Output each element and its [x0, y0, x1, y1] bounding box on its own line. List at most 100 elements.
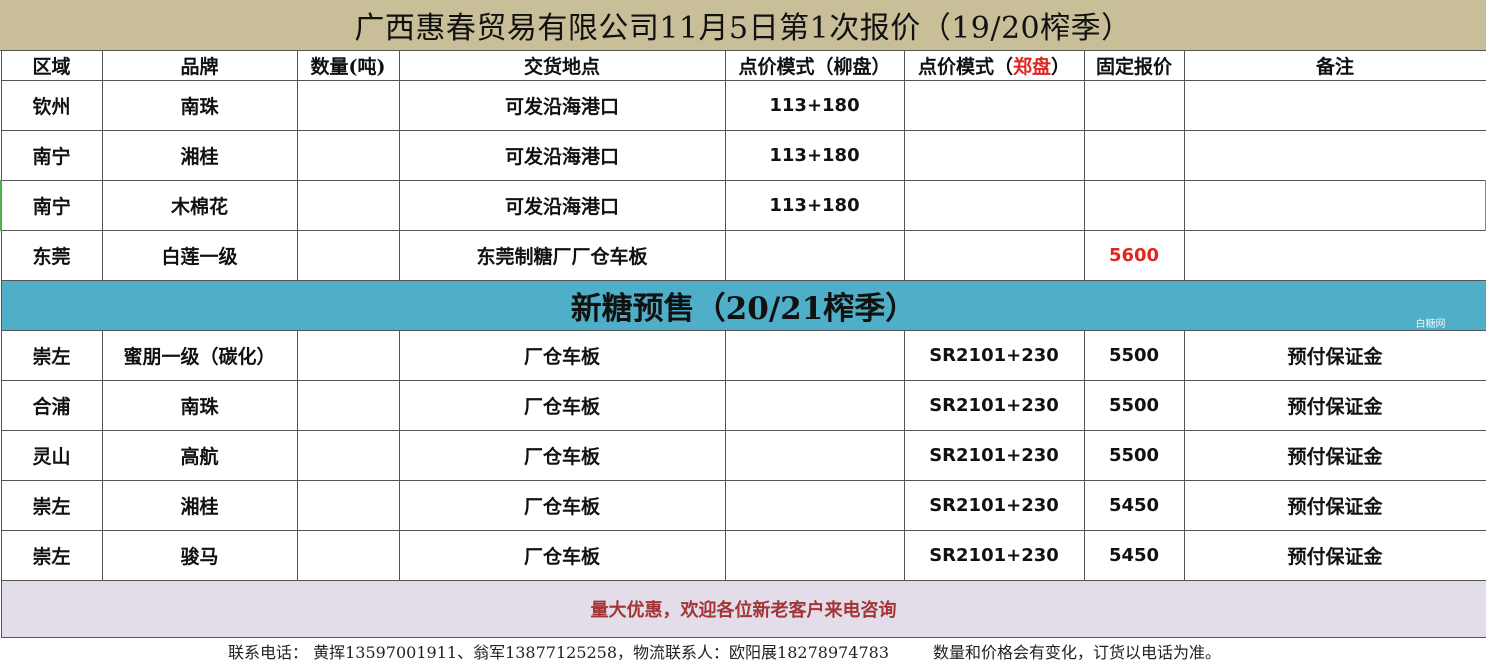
- cell-region: 崇左: [0, 330, 103, 381]
- cell-quantity: [296, 330, 400, 381]
- cell-quantity: [296, 230, 400, 281]
- table-row: 南宁 木棉花 可发沿海港口 113+180: [0, 180, 1486, 231]
- cell-brand: 蜜朋一级（碳化）: [101, 330, 298, 381]
- cell-fixed-price: 5450: [1083, 480, 1185, 531]
- promo-text: 量大优惠，欢迎各位新老客户来电咨询: [0, 580, 1486, 638]
- cell-delivery: 可发沿海港口: [398, 80, 726, 131]
- table-row: 崇左 蜜朋一级（碳化） 厂仓车板 SR2101+230 5500 预付保证金: [0, 330, 1486, 381]
- cell-quantity: [296, 180, 400, 231]
- cell-region: 南宁: [0, 180, 103, 231]
- section-title-text: 新糖预售（20/21榨季）: [570, 291, 917, 327]
- cell-delivery: 东莞制糖厂厂仓车板: [398, 230, 726, 281]
- cell-fixed-price: 5500: [1083, 430, 1185, 481]
- promo-row: 量大优惠，欢迎各位新老客户来电咨询: [0, 580, 1486, 638]
- cell-pricing-liu: [724, 380, 905, 431]
- cell-delivery: 厂仓车板: [398, 480, 726, 531]
- cell-quantity: [296, 380, 400, 431]
- cell-remarks: [1183, 180, 1486, 231]
- cell-fixed-price: 5500: [1083, 380, 1185, 431]
- cell-region: 崇左: [0, 530, 103, 581]
- cell-delivery: 厂仓车板: [398, 430, 726, 481]
- cell-quantity: [296, 430, 400, 481]
- cell-pricing-zheng: SR2101+230: [903, 430, 1085, 481]
- cell-quantity: [296, 530, 400, 581]
- cell-quantity: [296, 80, 400, 131]
- cell-pricing-liu: [724, 430, 905, 481]
- cell-pricing-liu: [724, 230, 905, 281]
- cell-brand: 南珠: [101, 80, 298, 131]
- header-delivery: 交货地点: [398, 50, 726, 81]
- cell-brand: 湘桂: [101, 480, 298, 531]
- footer: 联系电话： 黄挥13597001911、翁军13877125258，物流联系人：…: [0, 636, 1486, 665]
- header-fixed-price: 固定报价: [1083, 50, 1185, 81]
- cell-fixed-price: [1083, 130, 1185, 181]
- cell-pricing-liu: 113+180: [724, 180, 905, 231]
- section-header-row: 新糖预售（20/21榨季） 白糖网: [0, 280, 1486, 331]
- cell-brand: 白莲一级: [101, 230, 298, 281]
- cell-fixed-price: 5600: [1083, 230, 1185, 281]
- cell-remarks: 预付保证金: [1183, 380, 1486, 431]
- cell-pricing-zheng: SR2101+230: [903, 480, 1085, 531]
- header-pricing-zheng-red: 郑盘: [1012, 56, 1051, 78]
- cell-brand: 木棉花: [101, 180, 298, 231]
- section-title: 新糖预售（20/21榨季） 白糖网: [0, 280, 1486, 331]
- cell-quantity: [296, 130, 400, 181]
- cell-pricing-liu: [724, 530, 905, 581]
- cell-fixed-price: [1083, 180, 1185, 231]
- header-row: 区域 品牌 数量(吨) 交货地点 点价模式（柳盘） 点价模式（郑盘） 固定报价 …: [0, 50, 1486, 81]
- cell-remarks: 预付保证金: [1183, 480, 1486, 531]
- header-remarks: 备注: [1183, 50, 1486, 81]
- cell-region: 钦州: [0, 80, 103, 131]
- cell-delivery: 厂仓车板: [398, 380, 726, 431]
- cell-region: 东莞: [0, 230, 103, 281]
- cell-fixed-price: 5500: [1083, 330, 1185, 381]
- cell-delivery: 厂仓车板: [398, 330, 726, 381]
- footer-note: 数量和价格会有变化，订货以电话为准。: [933, 642, 1222, 662]
- cell-delivery: 厂仓车板: [398, 530, 726, 581]
- cell-pricing-zheng: [903, 130, 1085, 181]
- cell-remarks: [1183, 130, 1486, 181]
- table-row: 南宁 湘桂 可发沿海港口 113+180: [0, 130, 1486, 181]
- cell-brand: 骏马: [101, 530, 298, 581]
- header-pricing-zheng-prefix: 点价模式（: [917, 56, 1013, 78]
- cell-brand: 高航: [101, 430, 298, 481]
- header-pricing-liu: 点价模式（柳盘）: [724, 50, 905, 81]
- table-row: 崇左 骏马 厂仓车板 SR2101+230 5450 预付保证金: [0, 530, 1486, 581]
- watermark-text: 白糖网: [1415, 319, 1446, 330]
- cell-pricing-zheng: SR2101+230: [903, 380, 1085, 431]
- cell-pricing-liu: 113+180: [724, 130, 905, 181]
- cell-pricing-zheng: [903, 80, 1085, 131]
- header-pricing-zheng: 点价模式（郑盘）: [903, 50, 1085, 81]
- cell-region: 合浦: [0, 380, 103, 431]
- cell-quantity: [296, 480, 400, 531]
- cell-brand: 南珠: [101, 380, 298, 431]
- table-row: 灵山 高航 厂仓车板 SR2101+230 5500 预付保证金: [0, 430, 1486, 481]
- cell-pricing-liu: [724, 330, 905, 381]
- cell-pricing-zheng: [903, 230, 1085, 281]
- table-row: 崇左 湘桂 厂仓车板 SR2101+230 5450 预付保证金: [0, 480, 1486, 531]
- cell-region: 崇左: [0, 480, 103, 531]
- cell-pricing-zheng: SR2101+230: [903, 330, 1085, 381]
- cell-pricing-zheng: SR2101+230: [903, 530, 1085, 581]
- table-row: 合浦 南珠 厂仓车板 SR2101+230 5500 预付保证金: [0, 380, 1486, 431]
- sheet-title: 广西惠春贸易有限公司11月5日第1次报价（19/20榨季）: [0, 0, 1486, 51]
- header-region: 区域: [0, 50, 103, 81]
- header-quantity: 数量(吨): [296, 50, 400, 81]
- table-row: 钦州 南珠 可发沿海港口 113+180: [0, 80, 1486, 131]
- cell-region: 灵山: [0, 430, 103, 481]
- cell-remarks: [1183, 230, 1486, 281]
- cell-delivery: 可发沿海港口: [398, 130, 726, 181]
- cell-region: 南宁: [0, 130, 103, 181]
- footer-contact: 联系电话： 黄挥13597001911、翁军13877125258，物流联系人：…: [228, 642, 890, 662]
- cell-delivery: 可发沿海港口: [398, 180, 726, 231]
- cell-pricing-liu: [724, 480, 905, 531]
- cell-remarks: 预付保证金: [1183, 530, 1486, 581]
- price-sheet: 广西惠春贸易有限公司11月5日第1次报价（19/20榨季） 区域 品牌 数量(吨…: [0, 0, 1486, 665]
- header-pricing-zheng-suffix: ）: [1051, 56, 1071, 78]
- cell-remarks: 预付保证金: [1183, 330, 1486, 381]
- cell-pricing-zheng: [903, 180, 1085, 231]
- table-row: 东莞 白莲一级 东莞制糖厂厂仓车板 5600: [0, 230, 1486, 281]
- header-brand: 品牌: [101, 50, 298, 81]
- price-table: 区域 品牌 数量(吨) 交货地点 点价模式（柳盘） 点价模式（郑盘） 固定报价 …: [0, 50, 1486, 638]
- cell-remarks: 预付保证金: [1183, 430, 1486, 481]
